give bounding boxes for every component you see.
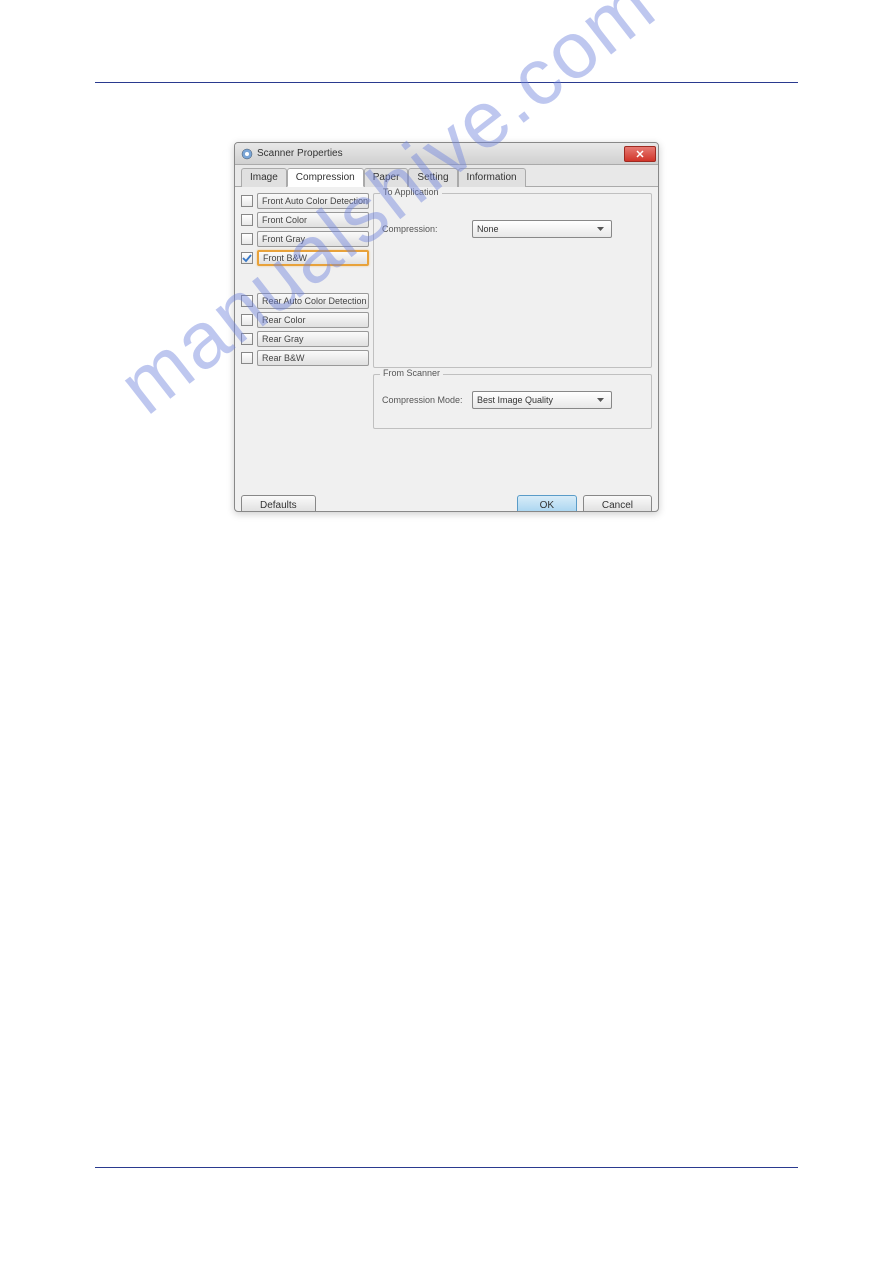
option-button-front-auto[interactable]: Front Auto Color Detection — [257, 193, 369, 209]
checkbox-front-gray[interactable] — [241, 233, 253, 245]
option-button-rear-color[interactable]: Rear Color — [257, 312, 369, 328]
option-row-rear-bw: Rear B&W — [241, 350, 369, 366]
tab-setting[interactable]: Setting — [408, 168, 457, 187]
tab-information[interactable]: Information — [458, 168, 526, 187]
checkbox-rear-bw[interactable] — [241, 352, 253, 364]
option-row-front-gray: Front Gray — [241, 231, 369, 247]
option-row-front-bw: Front B&W — [241, 250, 369, 266]
dialog-title: Scanner Properties — [257, 148, 624, 159]
tab-image[interactable]: Image — [241, 168, 287, 187]
compression-mode-dropdown[interactable]: Best Image Quality — [472, 391, 612, 409]
dialog-body: Front Auto Color Detection Front Color F… — [235, 187, 658, 495]
tab-bar: Image Compression Paper Setting Informat… — [235, 165, 658, 187]
scanner-properties-dialog: Scanner Properties Image Compression Pap… — [234, 142, 659, 512]
compression-label: Compression: — [382, 224, 472, 234]
chevron-down-icon — [593, 227, 607, 232]
from-scanner-label: From Scanner — [380, 368, 443, 378]
close-button[interactable] — [624, 146, 656, 162]
dialog-button-row: Defaults OK Cancel — [235, 495, 658, 512]
compression-mode-value: Best Image Quality — [477, 395, 593, 405]
option-row-rear-gray: Rear Gray — [241, 331, 369, 347]
check-icon — [242, 253, 252, 263]
option-row-front-auto: Front Auto Color Detection — [241, 193, 369, 209]
compression-mode-label: Compression Mode: — [382, 395, 472, 405]
checkbox-front-auto[interactable] — [241, 195, 253, 207]
tab-paper[interactable]: Paper — [364, 168, 409, 187]
compression-field-row: Compression: None — [382, 220, 643, 238]
checkbox-front-bw[interactable] — [241, 252, 253, 264]
option-button-front-gray[interactable]: Front Gray — [257, 231, 369, 247]
side-options-panel: Front Auto Color Detection Front Color F… — [241, 193, 369, 489]
button-spacer — [322, 495, 511, 512]
checkbox-rear-auto[interactable] — [241, 295, 253, 307]
option-button-front-bw[interactable]: Front B&W — [257, 250, 369, 266]
page-top-rule — [95, 82, 798, 83]
from-scanner-group: From Scanner Compression Mode: Best Imag… — [373, 374, 652, 429]
tab-compression[interactable]: Compression — [287, 168, 364, 187]
checkbox-rear-color[interactable] — [241, 314, 253, 326]
chevron-down-icon — [593, 398, 607, 403]
checkbox-rear-gray[interactable] — [241, 333, 253, 345]
option-button-rear-bw[interactable]: Rear B&W — [257, 350, 369, 366]
defaults-button[interactable]: Defaults — [241, 495, 316, 512]
option-row-rear-auto: Rear Auto Color Detection — [241, 293, 369, 309]
compression-dropdown[interactable]: None — [472, 220, 612, 238]
option-row-rear-color: Rear Color — [241, 312, 369, 328]
to-application-group: To Application Compression: None — [373, 193, 652, 368]
close-icon — [636, 150, 644, 158]
cancel-button[interactable]: Cancel — [583, 495, 652, 512]
option-button-rear-auto[interactable]: Rear Auto Color Detection — [257, 293, 369, 309]
option-button-front-color[interactable]: Front Color — [257, 212, 369, 228]
titlebar[interactable]: Scanner Properties — [235, 143, 658, 165]
compression-value: None — [477, 224, 593, 234]
option-row-front-color: Front Color — [241, 212, 369, 228]
settings-panel: To Application Compression: None From Sc… — [373, 193, 652, 489]
option-button-rear-gray[interactable]: Rear Gray — [257, 331, 369, 347]
app-icon — [241, 148, 253, 160]
to-application-label: To Application — [380, 187, 442, 197]
option-spacer — [241, 269, 369, 293]
ok-button[interactable]: OK — [517, 495, 577, 512]
compression-mode-field-row: Compression Mode: Best Image Quality — [382, 391, 643, 409]
page-bottom-rule — [95, 1167, 798, 1168]
checkbox-front-color[interactable] — [241, 214, 253, 226]
